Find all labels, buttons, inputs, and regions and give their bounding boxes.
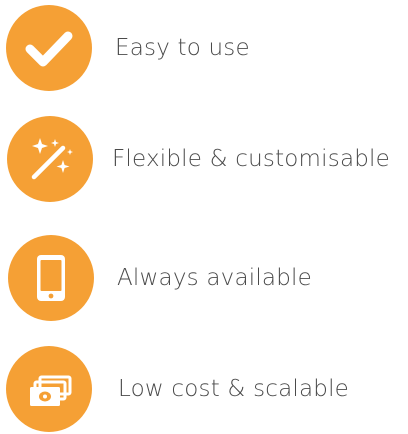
- feature-label: Always available: [117, 265, 312, 291]
- feature-item-low-cost: Low cost & scalable: [0, 344, 408, 434]
- checkmark-icon: [25, 31, 73, 67]
- feature-icon-circle: [6, 5, 92, 91]
- feature-icon-circle: [8, 235, 94, 321]
- feature-icon-circle: [7, 116, 93, 202]
- feature-item-flexible: Flexible & customisable: [0, 114, 408, 204]
- feature-item-always-available: Always available: [0, 233, 408, 323]
- feature-label: Easy to use: [115, 35, 250, 61]
- feature-label: Flexible & customisable: [112, 146, 390, 172]
- feature-item-easy-to-use: Easy to use: [0, 3, 408, 93]
- feature-icon-circle: [6, 346, 92, 432]
- smartphone-icon: [37, 255, 65, 301]
- magic-wand-icon: [31, 138, 73, 180]
- feature-label: Low cost & scalable: [118, 376, 350, 402]
- money-stack-icon: [30, 375, 72, 406]
